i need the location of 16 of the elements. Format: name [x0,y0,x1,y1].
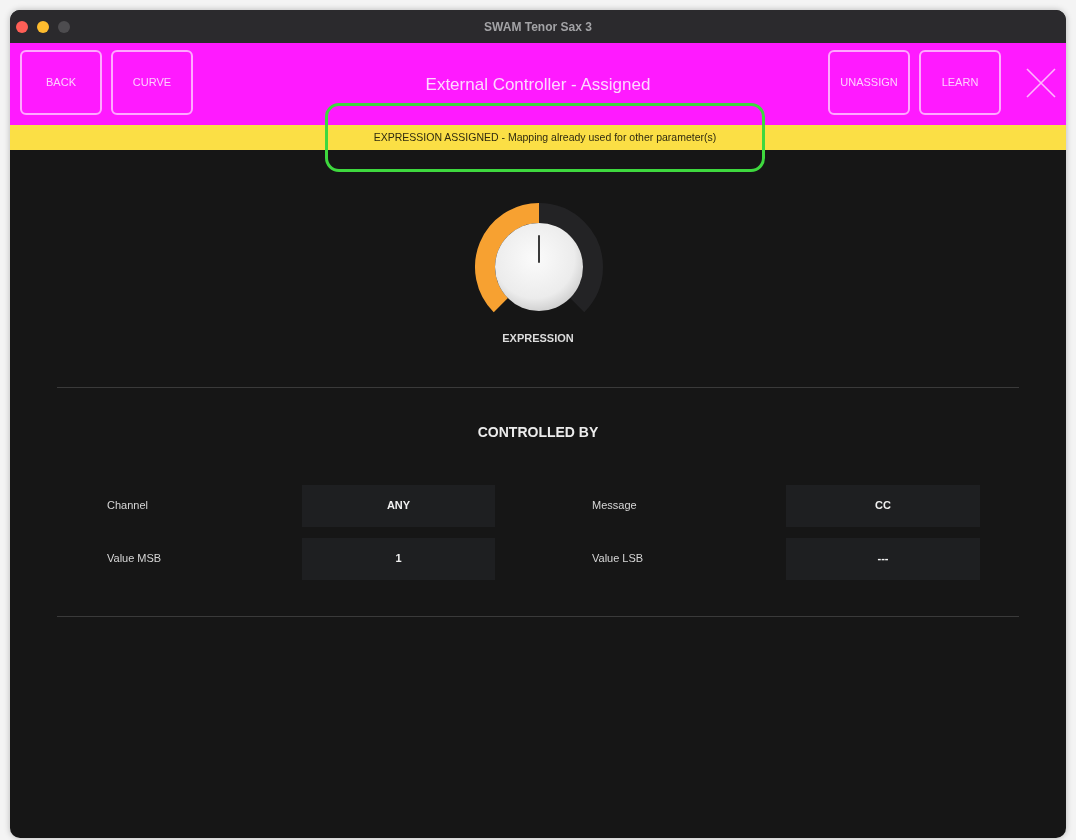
knob-label: EXPRESSION [502,331,574,346]
minimize-window-button[interactable] [37,21,49,33]
field-label: Value MSB [107,551,162,567]
field-label: Channel [107,498,148,514]
field-label: Value LSB [592,551,644,567]
value-field[interactable]: --- [786,537,980,580]
section-title: CONTROLLED BY [477,422,599,442]
toolbar-title: External Controller - Assigned [425,74,651,96]
value-field[interactable]: ANY [302,484,495,527]
close-window-button[interactable] [16,21,28,33]
value-field[interactable]: 1 [302,537,495,580]
window-title: SWAM Tenor Sax 3 [484,18,592,36]
field-label: Message [592,498,637,514]
notice-text: EXPRESSION ASSIGNED - Mapping already used for other parameter(s) [373,129,717,145]
knob-dial[interactable] [495,223,583,311]
value-field[interactable]: CC [786,484,980,527]
